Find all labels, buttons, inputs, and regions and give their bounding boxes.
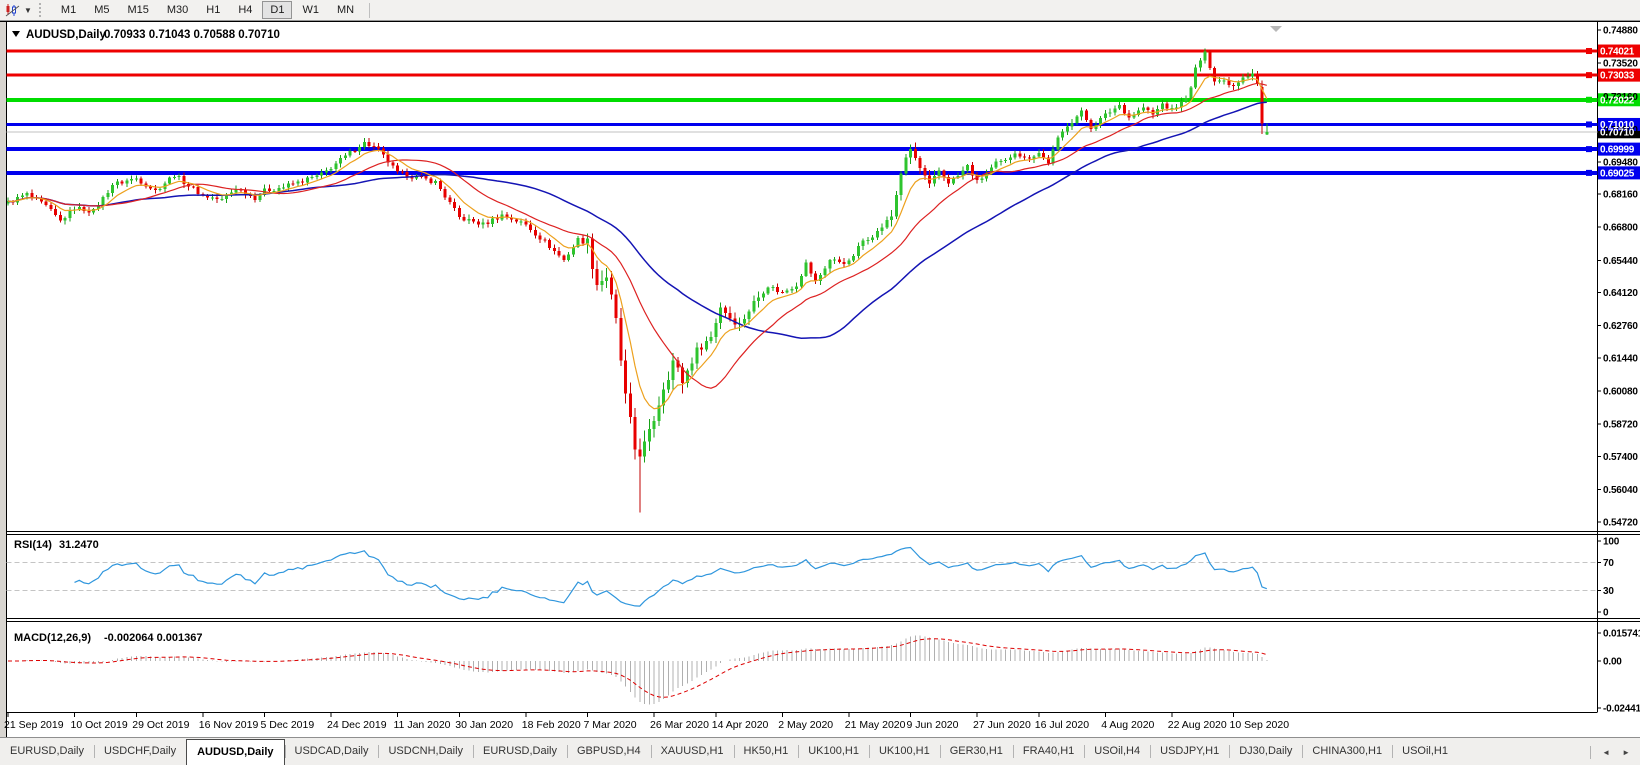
- date-label: 16 Nov 2019: [199, 719, 259, 731]
- chart-tabs: EURUSD,Daily USDCHF,Daily AUDUSD,Daily USDC…: [0, 738, 1458, 765]
- hline-anchor[interactable]: [1586, 72, 1592, 79]
- chart-tab-usdcnh-daily[interactable]: USDCNH,Daily: [378, 738, 473, 765]
- macd-axis-label: 0.00: [1603, 657, 1622, 668]
- price-axis-label: 0.54720: [1603, 517, 1638, 528]
- price-badge-value: 0.74021: [1600, 47, 1635, 58]
- rsi-axis-label: 70: [1603, 558, 1614, 569]
- price-axis-label: 0.60080: [1603, 387, 1638, 398]
- date-label: 10 Sep 2020: [1230, 719, 1290, 731]
- chart-tab-hk50-h1[interactable]: HK50,H1: [733, 738, 799, 765]
- ma-fast-line: [7, 75, 1268, 410]
- hline-anchor[interactable]: [1586, 48, 1592, 55]
- rsi-line: [74, 546, 1268, 607]
- price-axis-label: 0.57400: [1603, 452, 1638, 463]
- price-axis-label: 0.74880: [1603, 26, 1638, 37]
- horizontal-line-objects[interactable]: [6, 48, 1598, 176]
- price-axis-label: 0.56040: [1603, 485, 1638, 496]
- hline-anchor[interactable]: [1586, 96, 1592, 103]
- chart-tab-xauusd-h1[interactable]: XAUUSD,H1: [650, 738, 734, 765]
- price-badge-value: 0.73033: [1600, 71, 1635, 82]
- date-label: 27 Jun 2020: [973, 719, 1031, 731]
- chart-title-symbol: AUDUSD,Daily: [26, 29, 106, 41]
- rsi-value: 31.2470: [59, 539, 99, 551]
- date-label: 24 Dec 2019: [327, 719, 387, 731]
- chart-tab-dj30-daily[interactable]: DJ30,Daily: [1229, 738, 1302, 765]
- chart-tab-eurusd-daily[interactable]: EURUSD,Daily: [0, 738, 94, 765]
- chart-tab-gbpusd-h4[interactable]: GBPUSD,H4: [567, 738, 651, 765]
- price-axis-label: 0.68160: [1603, 189, 1638, 200]
- shift-marker-icon: [1270, 26, 1282, 32]
- ma-medium-line: [7, 82, 1267, 389]
- price-axis-label: 0.58720: [1603, 420, 1638, 431]
- date-label: 4 Aug 2020: [1101, 719, 1154, 731]
- mt4-window: ▼ M1 M5 M15 M30 H1 H4 D1 W1 MN 0.74880 0.73520 0.7…: [0, 0, 1640, 765]
- date-label: 21 May 2020: [845, 719, 906, 731]
- macd-label: MACD(12,26,9): [14, 632, 91, 644]
- date-label: 2 May 2020: [778, 719, 833, 731]
- hline-anchor[interactable]: [1586, 121, 1592, 128]
- date-label: 22 Aug 2020: [1168, 719, 1227, 731]
- price-axis-label: 0.73520: [1603, 59, 1638, 70]
- price-axis-label: 0.61440: [1603, 353, 1638, 364]
- price-axis-label: 0.65440: [1603, 256, 1638, 267]
- price-badge-value: 0.72022: [1600, 95, 1635, 106]
- candlestick-series: [7, 48, 1269, 513]
- chart-tab-usdchf-daily[interactable]: USDCHF,Daily: [93, 738, 186, 765]
- price-axis-label: 0.62760: [1603, 321, 1638, 332]
- chart-tab-usoil-h4[interactable]: USOil,H4: [1084, 738, 1150, 765]
- date-label: 29 Oct 2019: [132, 719, 189, 731]
- chart-tab-usdcad-daily[interactable]: USDCAD,Daily: [284, 738, 379, 765]
- chart-tab-ger30-h1[interactable]: GER30,H1: [939, 738, 1013, 765]
- tab-scroll-right-icon[interactable]: ►: [1616, 745, 1636, 760]
- chart-title-ohlc: 0.70933 0.71043 0.70588 0.70710: [104, 29, 280, 41]
- price-axis-label: 0.64120: [1603, 288, 1638, 299]
- chart-canvas[interactable]: 0.748800.735200.721600.708000.694800.681…: [0, 0, 1640, 765]
- chart-tab-eurusd-daily[interactable]: EURUSD,Daily: [473, 738, 567, 765]
- chart-tab-audusd-daily[interactable]: AUDUSD,Daily: [186, 739, 285, 765]
- chart-tab-china300-h1[interactable]: CHINA300,H1: [1302, 738, 1392, 765]
- ma-slow-line: [7, 101, 1267, 340]
- rsi-axis-label: 30: [1603, 586, 1614, 597]
- rsi-axis-label: 0: [1603, 608, 1609, 619]
- rsi-axis-label: 100: [1603, 537, 1620, 548]
- chart-tab-bar: EURUSD,Daily USDCHF,Daily AUDUSD,Daily USDC…: [0, 737, 1640, 765]
- tab-scroll-arrows: ◄ ►: [1590, 738, 1640, 765]
- time-axis[interactable]: [7, 712, 1234, 718]
- rsi-label: RSI(14): [14, 539, 52, 551]
- price-badge-value: 0.69999: [1600, 145, 1635, 156]
- date-label: 7 Mar 2020: [584, 719, 637, 731]
- chart-tab-usdjpy-h1[interactable]: USDJPY,H1: [1150, 738, 1229, 765]
- date-label: 9 Jun 2020: [907, 719, 959, 731]
- date-label: 11 Jan 2020: [394, 719, 451, 731]
- hline-anchor[interactable]: [1586, 146, 1592, 153]
- date-label: 16 Jul 2020: [1035, 719, 1089, 731]
- macd-values: -0.002064 0.001367: [104, 632, 202, 644]
- window-menu-icon[interactable]: [12, 31, 20, 37]
- chart-tab-usoil-h1[interactable]: USOil,H1: [1392, 738, 1458, 765]
- macd-signal-line: [8, 638, 1267, 698]
- chart-graphics: 0.748800.735200.721600.708000.694800.681…: [0, 21, 1640, 737]
- date-label: 26 Mar 2020: [650, 719, 709, 731]
- chart-tab-uk100-h1[interactable]: UK100,H1: [798, 738, 869, 765]
- price-badge-value: 0.69025: [1600, 168, 1635, 179]
- date-label: 18 Feb 2020: [522, 719, 581, 731]
- price-axis-label: 0.66800: [1603, 223, 1638, 234]
- chart-tab-fra40-h1[interactable]: FRA40,H1: [1012, 738, 1084, 765]
- price-badge-value: 0.71010: [1600, 120, 1635, 131]
- price-axis-label: 0.69480: [1603, 157, 1638, 168]
- date-label: 10 Oct 2019: [71, 719, 128, 731]
- date-label: 30 Jan 2020: [455, 719, 513, 731]
- tab-scroll-left-icon[interactable]: ◄: [1596, 745, 1616, 760]
- macd-histogram: [12, 635, 1268, 705]
- date-label: 21 Sep 2019: [4, 719, 64, 731]
- date-label: 14 Apr 2020: [712, 719, 769, 731]
- macd-axis-label: 0.015741: [1603, 629, 1640, 640]
- macd-axis-label: -0.024412: [1603, 704, 1640, 715]
- date-label: 5 Dec 2019: [261, 719, 315, 731]
- chart-tab-uk100-h1[interactable]: UK100,H1: [868, 738, 940, 765]
- hline-anchor[interactable]: [1586, 169, 1592, 176]
